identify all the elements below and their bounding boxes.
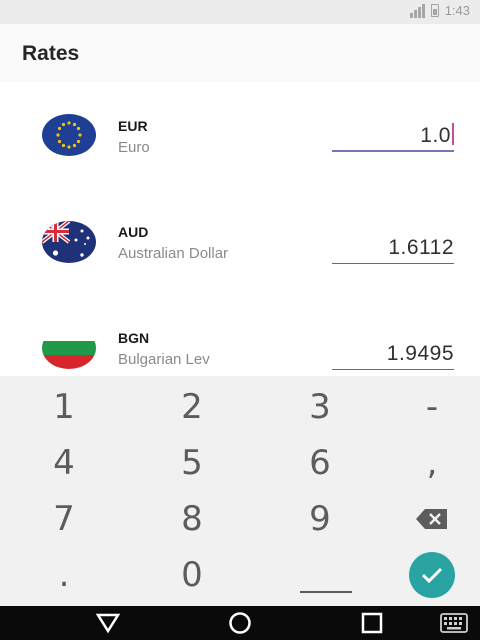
home-icon — [229, 612, 251, 634]
key-decimal[interactable]: . — [4, 546, 124, 603]
back-icon — [95, 613, 121, 634]
page-title: Rates — [22, 42, 80, 65]
key-6[interactable]: 6 — [260, 434, 380, 491]
amount-input-eur[interactable]: 1.0 — [332, 118, 454, 152]
currency-list: EUR Euro 1.0 AUD Australian Dollar 1.611… — [0, 82, 480, 400]
signal-icon — [409, 3, 425, 18]
key-4[interactable]: 4 — [4, 434, 124, 491]
done-key[interactable] — [372, 546, 480, 603]
currency-code: AUD — [118, 224, 149, 240]
currency-name: Euro — [118, 139, 150, 156]
eu-flag-icon — [42, 114, 96, 156]
amount-input-aud[interactable]: 1.6112 — [332, 230, 454, 264]
keyboard-icon — [440, 613, 468, 633]
amount-value: 1.6112 — [388, 236, 454, 259]
home-button[interactable] — [210, 606, 270, 640]
currency-row-eur[interactable]: EUR Euro 1.0 — [0, 82, 480, 188]
text-cursor — [452, 123, 454, 145]
amount-input-bgn[interactable]: 1.9495 — [332, 336, 454, 370]
numeric-keypad: 1 2 3 - 4 5 6 , 7 8 9 . 0 — [0, 376, 480, 606]
app-bar: Rates — [0, 24, 480, 82]
key-0[interactable]: 0 — [132, 546, 252, 603]
key-5[interactable]: 5 — [132, 434, 252, 491]
back-button[interactable] — [78, 606, 138, 640]
status-bar: 1:43 — [0, 0, 480, 24]
amount-value: 1.0 — [420, 124, 451, 147]
currency-row-aud[interactable]: AUD Australian Dollar 1.6112 — [0, 188, 480, 294]
input-underline — [332, 150, 454, 152]
space-icon — [300, 590, 352, 593]
amount-value: 1.9495 — [386, 342, 454, 365]
recents-icon — [361, 612, 383, 634]
backspace-icon — [416, 508, 447, 529]
keyboard-switch-button[interactable] — [424, 606, 480, 640]
backspace-key[interactable] — [372, 490, 480, 547]
currency-name: Australian Dollar — [118, 245, 229, 262]
au-flag-icon — [42, 221, 96, 263]
currency-code: BGN — [118, 330, 150, 346]
currency-code: EUR — [118, 118, 148, 134]
navigation-bar — [0, 606, 480, 640]
input-underline — [332, 369, 454, 370]
key-9[interactable]: 9 — [260, 490, 380, 547]
key-1[interactable]: 1 — [4, 378, 124, 435]
key-3[interactable]: 3 — [260, 378, 380, 435]
done-button[interactable] — [409, 551, 455, 598]
currency-name: Bulgarian Lev — [118, 351, 210, 368]
checkmark-icon — [421, 567, 443, 583]
battery-icon — [430, 4, 439, 17]
recents-button[interactable] — [342, 606, 402, 640]
key-7[interactable]: 7 — [4, 490, 124, 547]
status-icons: 1:43 — [409, 3, 470, 18]
key-comma[interactable]: , — [372, 434, 480, 491]
bg-flag-icon — [42, 327, 96, 369]
status-time: 1:43 — [444, 3, 470, 18]
space-key[interactable] — [266, 546, 386, 603]
key-8[interactable]: 8 — [132, 490, 252, 547]
key-2[interactable]: 2 — [132, 378, 252, 435]
input-underline — [332, 263, 454, 264]
key-minus[interactable]: - — [372, 378, 480, 435]
